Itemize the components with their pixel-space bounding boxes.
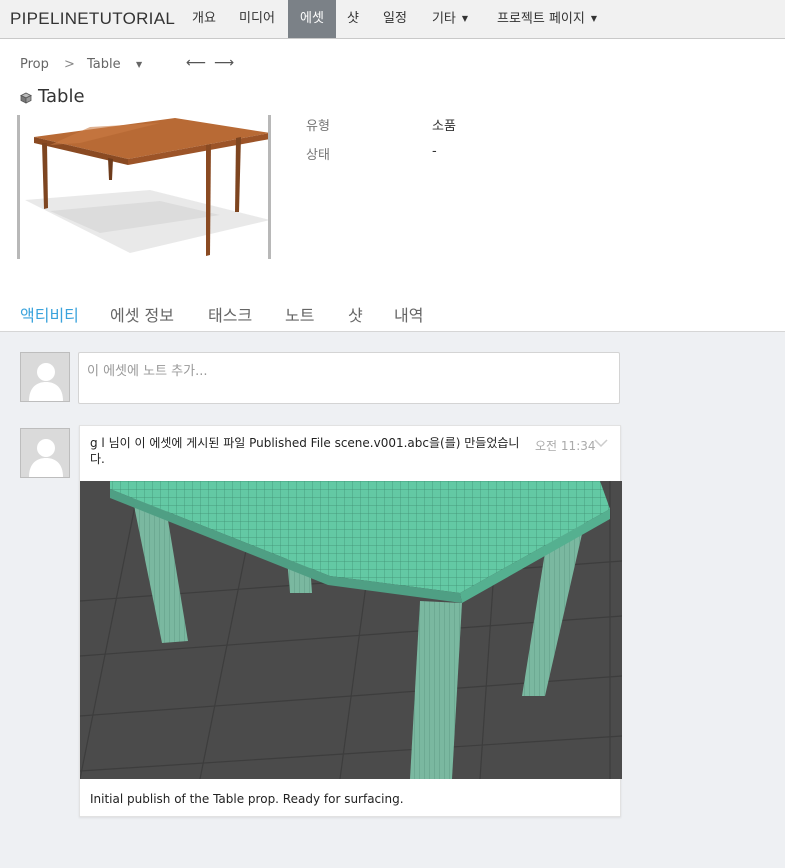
nav-item-schedule[interactable]: 일정 bbox=[374, 0, 416, 38]
avatar bbox=[20, 428, 70, 478]
nav-item-project-pages[interactable]: 프로젝트 페이지 ▼ bbox=[484, 0, 610, 38]
tab-shots[interactable]: 샷 bbox=[348, 302, 363, 326]
nav-item-label: 미디어 bbox=[239, 11, 275, 26]
avatar bbox=[20, 352, 70, 402]
chevron-down-icon[interactable] bbox=[594, 438, 608, 448]
nav-item-media[interactable]: 미디어 bbox=[230, 0, 284, 38]
field-value-status[interactable]: - bbox=[432, 144, 437, 159]
nav-item-label: 일정 bbox=[383, 11, 407, 26]
table-thumbnail-image bbox=[20, 115, 268, 259]
add-note-input[interactable]: 이 에셋에 노트 추가... bbox=[78, 352, 620, 404]
user-avatar-icon bbox=[21, 429, 69, 477]
published-file-preview[interactable] bbox=[80, 481, 622, 779]
published-file-description: Initial publish of the Table prop. Ready… bbox=[90, 792, 404, 806]
asset-thumbnail[interactable] bbox=[17, 115, 271, 259]
nav-item-label: 에셋 bbox=[300, 11, 324, 26]
field-value-type[interactable]: 소품 bbox=[432, 115, 456, 134]
breadcrumb-type[interactable]: Prop bbox=[20, 57, 49, 72]
breadcrumb-dropdown-icon[interactable]: ▼ bbox=[136, 60, 142, 69]
activity-entry-text: g l 님이 이 에셋에 게시된 파일 Published File scene… bbox=[90, 436, 520, 466]
timestamp-period: 오전 bbox=[535, 439, 558, 453]
nav-item-label: 기타 bbox=[431, 11, 456, 27]
tab-tasks[interactable]: 태스크 bbox=[208, 302, 252, 326]
nav-item-label: 개요 bbox=[192, 11, 216, 26]
nav-item-overview[interactable]: 개요 bbox=[182, 0, 226, 38]
previous-arrow-icon[interactable]: ⟵ bbox=[186, 55, 206, 71]
wireframe-render-image bbox=[80, 481, 622, 779]
tab-notes[interactable]: 노트 bbox=[285, 302, 314, 326]
next-arrow-icon[interactable]: ⟶ bbox=[214, 55, 234, 71]
nav-item-shots[interactable]: 샷 bbox=[339, 0, 367, 38]
breadcrumb-asset-name[interactable]: Table bbox=[87, 57, 121, 72]
activity-timestamp: 오전 11:34 bbox=[535, 437, 596, 454]
nav-item-assets[interactable]: 에셋 bbox=[288, 0, 336, 38]
tab-asset-info[interactable]: 에셋 정보 bbox=[110, 302, 174, 326]
field-label-type: 유형 bbox=[306, 119, 330, 134]
nav-item-other[interactable]: 기타 ▼ bbox=[422, 0, 478, 38]
field-label-status: 상태 bbox=[306, 148, 330, 163]
chevron-down-icon: ▼ bbox=[461, 14, 469, 23]
brand-logo[interactable]: PIPELINETUTORIAL bbox=[10, 9, 175, 29]
activity-entry: g l 님이 이 에셋에 게시된 파일 Published File scene… bbox=[79, 425, 622, 817]
nav-item-label: 프로젝트 페이지 bbox=[496, 11, 585, 27]
asset-title: Table bbox=[38, 86, 85, 107]
timestamp-time: 11:34 bbox=[560, 439, 596, 453]
chevron-down-icon: ▼ bbox=[590, 14, 597, 23]
top-nav-bar: PIPELINETUTORIAL 개요 미디어 에셋 샷 일정 기타 ▼ 프로젝트… bbox=[0, 0, 785, 39]
cube-icon bbox=[20, 92, 32, 104]
user-avatar-icon bbox=[21, 353, 69, 401]
breadcrumb-separator: > bbox=[64, 57, 75, 72]
tab-activity[interactable]: 액티비티 bbox=[20, 302, 79, 326]
tab-history[interactable]: 내역 bbox=[394, 302, 423, 326]
nav-item-label: 샷 bbox=[347, 11, 359, 26]
